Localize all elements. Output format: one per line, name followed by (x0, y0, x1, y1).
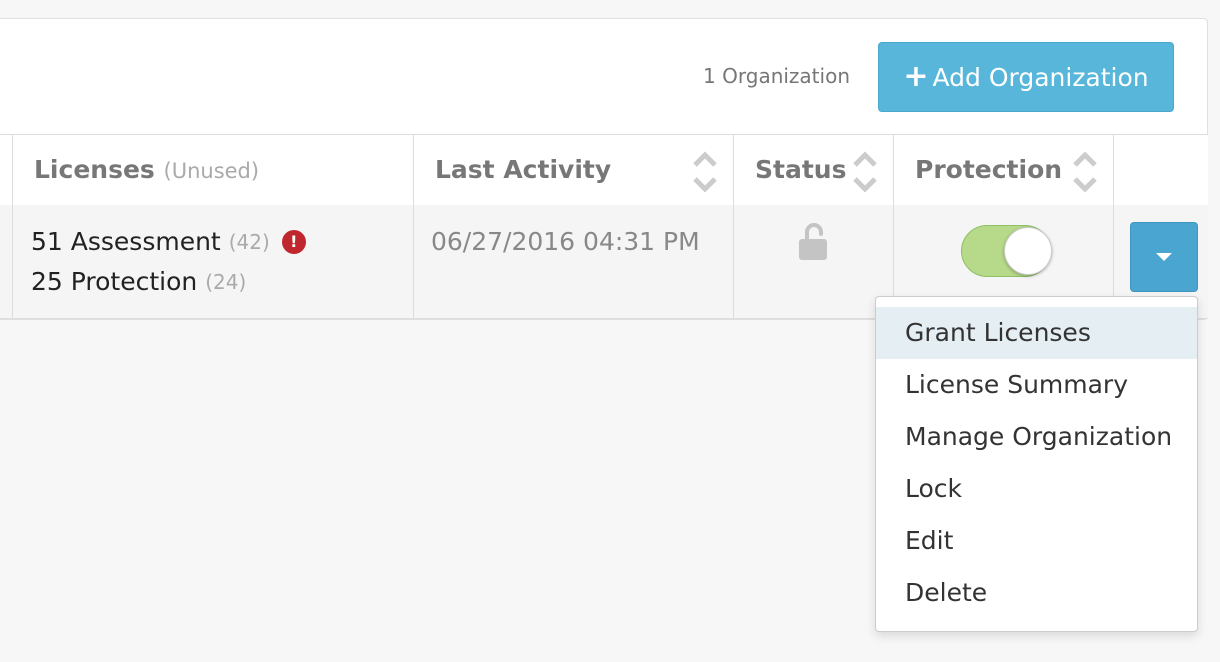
status-cell (733, 205, 893, 318)
menu-item-manage-organization[interactable]: Manage Organization (876, 411, 1197, 463)
menu-item-delete[interactable]: Delete (876, 567, 1197, 619)
last-activity-cell: 06/27/2016 04:31 PM (413, 205, 733, 318)
sort-icon[interactable] (851, 149, 879, 195)
menu-item-grant-licenses[interactable]: Grant Licenses (876, 307, 1197, 359)
actions-dropdown-menu: Grant Licenses License Summary Manage Or… (875, 296, 1198, 632)
licenses-cell: 51 Assessment (42) ! 25 Protection (24) (12, 205, 413, 318)
column-header-protection[interactable]: Protection (893, 135, 1113, 205)
licenses-header-label: Licenses (Unused) (34, 155, 260, 184)
protection-header-label: Protection (915, 155, 1063, 184)
protection-count: 25 Protection (31, 267, 198, 296)
table-header: Licenses (Unused) Last Activity Status P… (0, 134, 1208, 206)
column-header-licenses[interactable]: Licenses (Unused) (12, 135, 413, 205)
protection-unused: (24) (205, 269, 247, 294)
assessment-licenses: 51 Assessment (42) ! (31, 227, 306, 256)
menu-item-lock[interactable]: Lock (876, 463, 1197, 515)
actions-dropdown-button[interactable] (1130, 222, 1198, 292)
menu-item-license-summary[interactable]: License Summary (876, 359, 1197, 411)
caret-down-icon (1156, 253, 1172, 261)
last-activity-date: 06/27/2016 04:31 PM (431, 227, 700, 256)
assessment-unused: (42) (228, 229, 270, 254)
add-organization-label: Add Organization (932, 62, 1149, 92)
organization-count: 1 Organization (703, 64, 850, 88)
column-header-actions (1113, 135, 1208, 205)
unlock-icon (798, 221, 828, 261)
protection-licenses: 25 Protection (24) (31, 267, 246, 296)
column-header-last-activity[interactable]: Last Activity (413, 135, 733, 205)
toggle-knob (1004, 227, 1052, 275)
menu-item-edit[interactable]: Edit (876, 515, 1197, 567)
plus-icon: + (903, 59, 929, 94)
sort-icon[interactable] (691, 149, 719, 195)
add-organization-button[interactable]: + Add Organization (878, 42, 1174, 112)
warning-icon[interactable]: ! (281, 229, 306, 254)
protection-toggle[interactable] (961, 225, 1052, 277)
status-header-label: Status (755, 155, 847, 184)
assessment-count: 51 Assessment (31, 227, 221, 256)
column-header-status[interactable]: Status (733, 135, 893, 205)
sort-icon[interactable] (1071, 149, 1099, 195)
unused-sublabel: (Unused) (163, 159, 260, 183)
last-activity-header-label: Last Activity (435, 155, 612, 184)
